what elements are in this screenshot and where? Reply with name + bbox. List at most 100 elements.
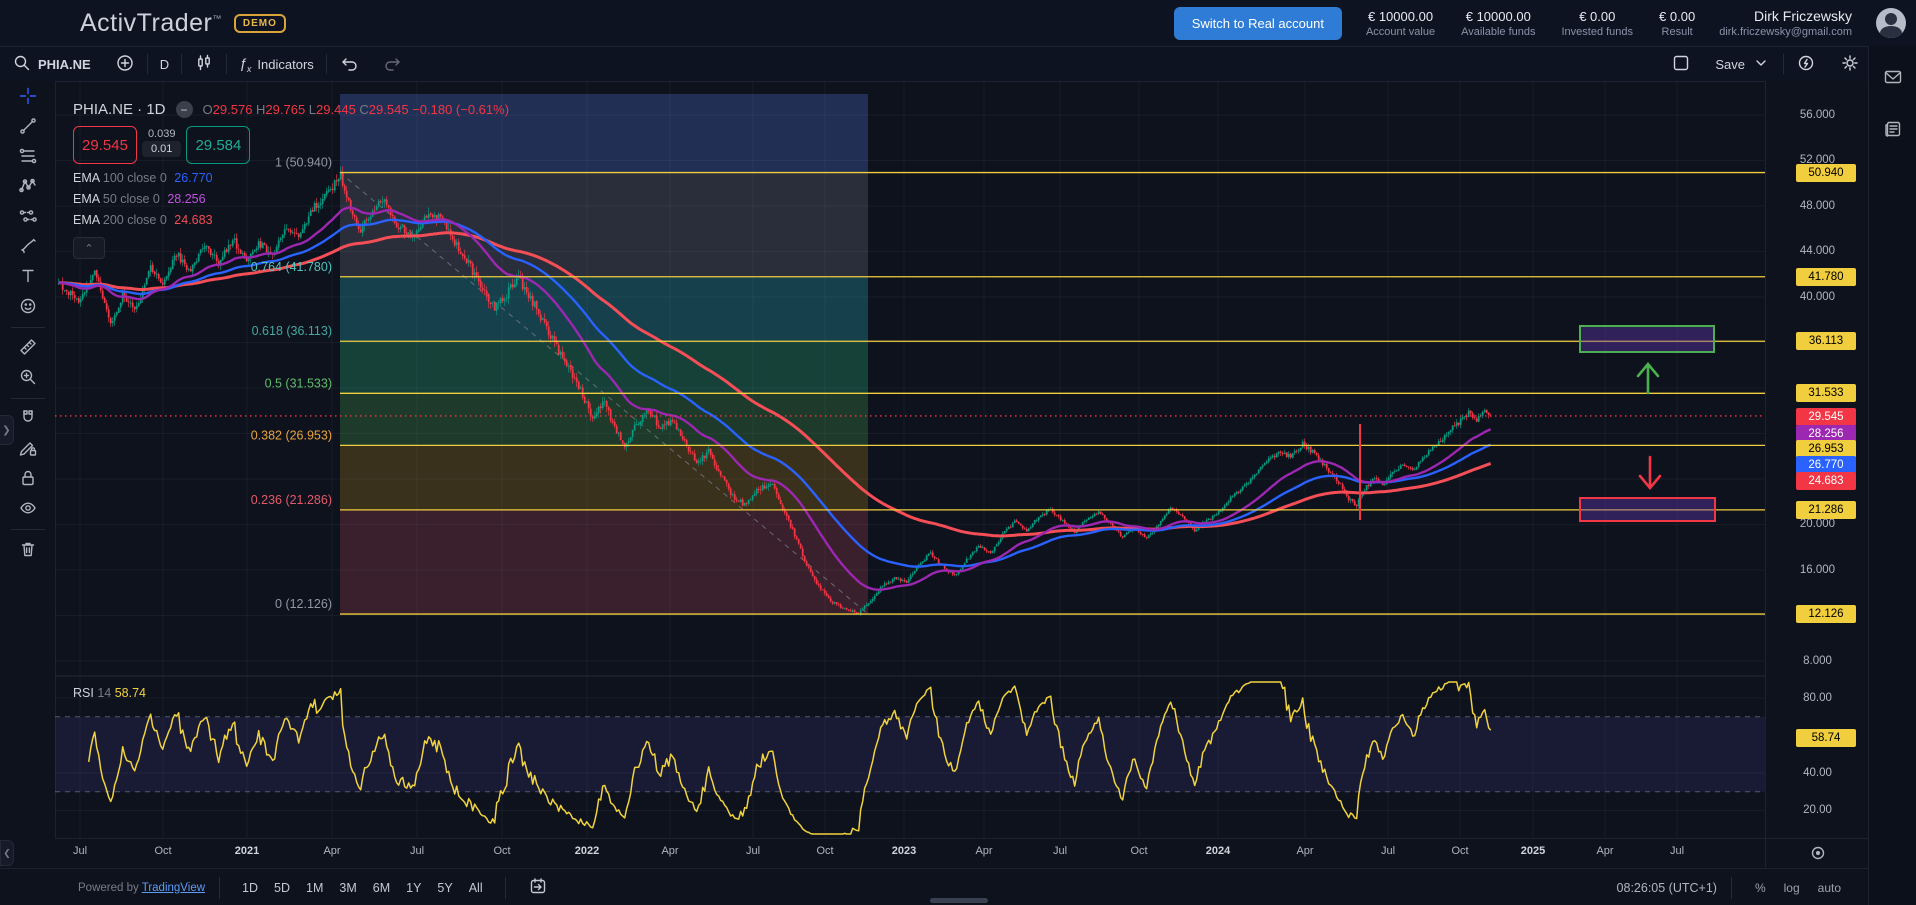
- rsi-legend[interactable]: RSI 14 58.74: [73, 686, 146, 700]
- time-axis-label: 2021: [235, 845, 259, 857]
- trash-tool[interactable]: [11, 536, 45, 564]
- brush-tool[interactable]: [11, 233, 45, 261]
- range-5y-button[interactable]: 5Y: [429, 877, 460, 899]
- stat-label: Invested funds: [1561, 26, 1633, 38]
- emoji-icon: [18, 296, 38, 319]
- zoom-in-tool[interactable]: [11, 364, 45, 392]
- time-axis-label: Oct: [493, 845, 510, 857]
- account-stat: € 0.00Invested funds: [1561, 9, 1633, 38]
- mail-button[interactable]: [1869, 58, 1916, 98]
- range-6m-button[interactable]: 6M: [365, 877, 398, 899]
- price-axis-label: 56.000: [1766, 109, 1869, 121]
- price-chart-svg[interactable]: 1 (50.940)0.764 (41.780)0.618 (36.113)0.…: [55, 81, 1765, 838]
- avatar[interactable]: [1876, 8, 1906, 38]
- time-axis-label: Apr: [1596, 845, 1613, 857]
- trend-line-icon: [18, 116, 38, 139]
- price-badge: 58.74: [1796, 729, 1856, 747]
- fib-level-label: 0.618 (36.113): [252, 324, 332, 338]
- text-tool[interactable]: [11, 263, 45, 291]
- rsi-params: 14: [97, 686, 111, 700]
- percent-scale-button[interactable]: %: [1746, 881, 1775, 895]
- xabcd-pattern-tool[interactable]: [11, 173, 45, 201]
- fib-level-label: 0.764 (41.780): [251, 260, 332, 274]
- go-to-date-button[interactable]: [520, 872, 556, 903]
- range-1m-button[interactable]: 1M: [298, 877, 331, 899]
- range-1y-button[interactable]: 1Y: [398, 877, 429, 899]
- stat-label: Account value: [1366, 26, 1435, 38]
- layout-select-button[interactable]: [1659, 47, 1703, 81]
- range-3m-button[interactable]: 3M: [331, 877, 364, 899]
- xabcd-pattern-icon: [18, 176, 38, 199]
- gear-icon: [1840, 53, 1860, 76]
- layout-icon: [1671, 53, 1691, 76]
- range-all-button[interactable]: All: [461, 877, 491, 899]
- magnet-tool[interactable]: [11, 405, 45, 433]
- fib-level-label: 0.236 (21.286): [251, 493, 332, 507]
- stat-label: Available funds: [1461, 26, 1535, 38]
- range-1d-button[interactable]: 1D: [234, 877, 266, 899]
- drawing-unlock-tool[interactable]: [11, 435, 45, 463]
- indicators-button[interactable]: ƒx Indicators: [227, 47, 326, 81]
- scroll-left-tab[interactable]: ❮: [0, 840, 14, 866]
- crosshair-tool[interactable]: [11, 83, 45, 111]
- undo-button[interactable]: [327, 47, 371, 81]
- lock-tool[interactable]: [11, 465, 45, 493]
- user-email: dirk.friczewsky@gmail.com: [1719, 26, 1852, 38]
- stat-value: € 10000.00: [1461, 9, 1535, 24]
- price-target-rect-lower[interactable]: [1580, 498, 1715, 521]
- log-scale-button[interactable]: log: [1775, 881, 1809, 895]
- save-label: Save: [1715, 57, 1745, 72]
- switch-to-real-account-button[interactable]: Switch to Real account: [1174, 7, 1342, 40]
- news-button[interactable]: [1869, 110, 1916, 150]
- auto-scale-button[interactable]: auto: [1809, 881, 1850, 895]
- time-axis-label: 2024: [1206, 845, 1230, 857]
- toolbar-collapse-tab[interactable]: ❯: [0, 415, 14, 445]
- price-target-rect-upper[interactable]: [1580, 326, 1714, 352]
- chevron-down-icon: [1751, 53, 1771, 76]
- eye-tool[interactable]: [11, 495, 45, 523]
- fib-retracement-tool[interactable]: [11, 143, 45, 171]
- redo-button[interactable]: [371, 47, 415, 81]
- activtrader-app: ActivTrader™ DEMO Switch to Real account…: [0, 0, 1916, 905]
- trend-line-tool[interactable]: [11, 113, 45, 141]
- time-axis-label: 2022: [575, 845, 599, 857]
- tradingview-link[interactable]: TradingView: [142, 882, 205, 894]
- date-range-buttons: 1D5D1M3M6M1Y5YAll: [234, 877, 491, 899]
- top-header: ActivTrader™ DEMO Switch to Real account…: [0, 0, 1916, 46]
- calendar-icon: [528, 885, 548, 899]
- ruler-tool[interactable]: [11, 334, 45, 362]
- text-icon: [18, 266, 38, 289]
- time-axis[interactable]: JulOct2021AprJulOct2022AprJulOct2023AprJ…: [55, 838, 1765, 869]
- interval-button[interactable]: D: [148, 47, 181, 81]
- settings-button[interactable]: [1828, 47, 1872, 81]
- save-button[interactable]: Save: [1703, 47, 1783, 81]
- legend-collapse-button[interactable]: ⌃: [73, 237, 105, 259]
- undo-icon: [339, 53, 359, 76]
- clock[interactable]: 08:26:05 (UTC+1): [1617, 881, 1717, 895]
- chart-area[interactable]: 1 (50.940)0.764 (41.780)0.618 (36.113)0.…: [55, 81, 1765, 838]
- symbol-search[interactable]: PHIA.NE: [0, 47, 103, 81]
- mail-icon: [1883, 67, 1903, 90]
- time-axis-label: Oct: [154, 845, 171, 857]
- price-axis-label: 44.000: [1766, 245, 1869, 257]
- rsi-name: RSI: [73, 686, 94, 700]
- price-badge: 31.533: [1796, 384, 1856, 402]
- demo-badge: DEMO: [234, 14, 286, 33]
- price-axis[interactable]: 56.00052.00048.00044.00040.00020.00016.0…: [1765, 81, 1869, 838]
- price-axis-label: 48.000: [1766, 200, 1869, 212]
- fib-retracement-icon: [18, 146, 38, 169]
- time-axis-label: 2025: [1521, 845, 1545, 857]
- chart-style-button[interactable]: [182, 47, 226, 81]
- range-5d-button[interactable]: 5D: [266, 877, 298, 899]
- quick-actions-button[interactable]: [1784, 47, 1828, 81]
- stat-label: Result: [1659, 26, 1695, 38]
- forecast-tool[interactable]: [11, 203, 45, 231]
- axis-settings-corner[interactable]: [1765, 838, 1869, 869]
- fib-level-label: 0.382 (26.953): [251, 428, 332, 442]
- emoji-tool[interactable]: [11, 293, 45, 321]
- magnet-icon: [18, 408, 38, 431]
- compare-add-button[interactable]: [103, 47, 147, 81]
- price-badge: 50.940: [1796, 164, 1856, 182]
- panel-handle[interactable]: [930, 898, 988, 903]
- lock-icon: [18, 468, 38, 491]
